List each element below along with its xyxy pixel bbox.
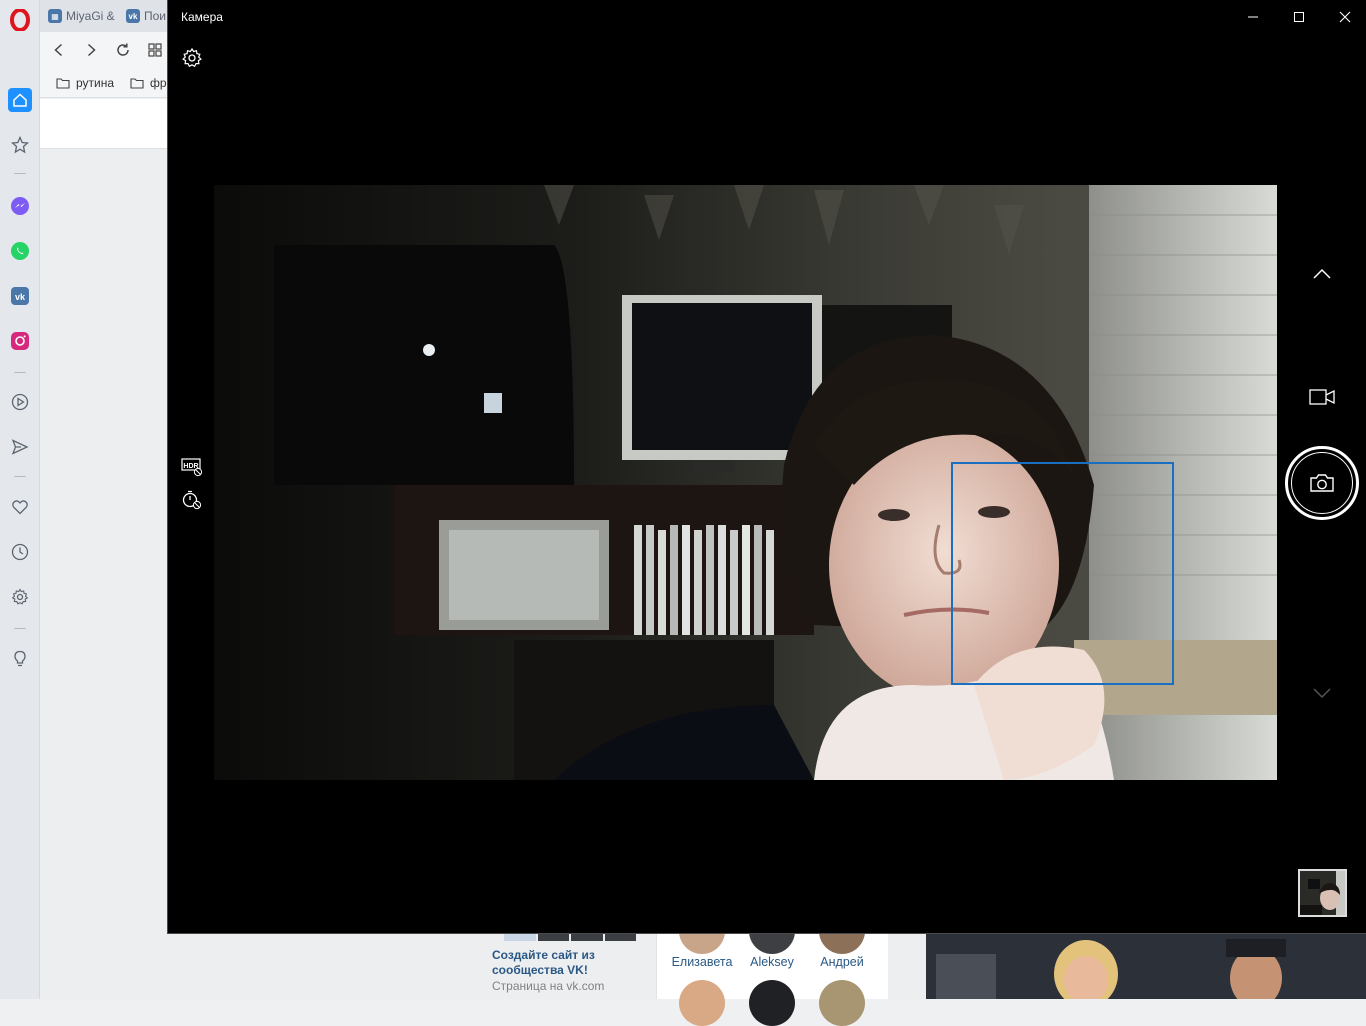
video-camera-icon xyxy=(1309,389,1335,405)
opera-sidebar: vk xyxy=(0,0,40,999)
star-icon[interactable] xyxy=(8,133,32,157)
home-icon[interactable] xyxy=(8,88,32,112)
folder-icon xyxy=(130,78,144,89)
bookmark-folder[interactable]: фр xyxy=(130,76,167,90)
last-photo-thumbnail[interactable] xyxy=(1298,869,1347,917)
shutter-ring xyxy=(1291,452,1353,514)
camera-window: Камера HDR xyxy=(167,0,1366,934)
folder-icon xyxy=(56,78,70,89)
ad-thumbnails xyxy=(504,934,636,941)
minimize-button[interactable] xyxy=(1230,0,1276,34)
vk-friends-block: Елизавета Aleksey Андрей xyxy=(656,908,888,1026)
back-icon[interactable] xyxy=(50,41,68,59)
timer-button[interactable] xyxy=(181,489,203,511)
mode-up-button[interactable] xyxy=(1310,262,1334,286)
hdr-button[interactable]: HDR xyxy=(181,457,203,477)
instagram-icon[interactable] xyxy=(8,329,32,353)
svg-text:vk: vk xyxy=(15,292,26,302)
video-thumbnail[interactable] xyxy=(926,934,1366,999)
camera-settings-button[interactable] xyxy=(181,47,203,69)
face-detection-box xyxy=(951,462,1174,685)
sidebar-divider xyxy=(14,628,26,629)
lightbulb-icon[interactable] xyxy=(8,647,32,671)
avatar[interactable] xyxy=(749,980,795,1026)
vk-icon: vk xyxy=(126,9,140,23)
camera-viewfinder[interactable] xyxy=(214,185,1277,780)
avatar[interactable] xyxy=(679,980,725,1026)
ad-title[interactable]: Создайте сайт из сообщества VK! xyxy=(492,948,652,978)
ad-subtitle: Страница на vk.com xyxy=(492,979,605,993)
speed-dial-icon[interactable] xyxy=(146,41,164,59)
player-icon[interactable] xyxy=(8,390,32,414)
send-icon[interactable] xyxy=(8,435,32,459)
hdr-off-icon: HDR xyxy=(181,458,203,477)
opera-logo[interactable] xyxy=(8,8,32,32)
video-mode-button[interactable] xyxy=(1309,385,1335,409)
reload-icon[interactable] xyxy=(114,41,132,59)
close-icon xyxy=(1339,11,1351,23)
maximize-icon xyxy=(1294,12,1304,22)
friend-name[interactable]: Aleksey xyxy=(737,955,807,969)
bookmark-folder[interactable]: рутина xyxy=(56,76,114,90)
messenger-icon[interactable] xyxy=(8,194,32,218)
browser-tab[interactable]: ▦ MiyaGi & xyxy=(48,6,115,26)
sidebar-divider xyxy=(14,476,26,477)
sidebar-divider xyxy=(14,173,26,174)
minimize-icon xyxy=(1248,16,1258,18)
bookmark-label: фр xyxy=(150,76,167,90)
forward-icon[interactable] xyxy=(82,41,100,59)
mode-down-button[interactable] xyxy=(1310,681,1334,705)
timer-off-icon xyxy=(182,490,202,510)
chevron-down-icon xyxy=(1313,688,1331,699)
vk-icon[interactable]: vk xyxy=(8,284,32,308)
browser-tab[interactable]: vk Пои xyxy=(126,6,166,26)
camera-icon xyxy=(1310,474,1334,492)
sidebar-divider xyxy=(14,372,26,373)
settings-icon[interactable] xyxy=(8,585,32,609)
title-bar: Камера xyxy=(168,0,1366,34)
settings-icon xyxy=(182,47,202,68)
vk-icon: ▦ xyxy=(48,9,62,23)
whatsapp-icon[interactable] xyxy=(8,239,32,263)
window-title: Камера xyxy=(181,10,223,24)
close-button[interactable] xyxy=(1322,0,1366,34)
friend-name[interactable]: Андрей xyxy=(807,955,877,969)
friend-name[interactable]: Елизавета xyxy=(667,955,737,969)
chevron-up-icon xyxy=(1313,268,1331,279)
heart-icon[interactable] xyxy=(8,495,32,519)
bookmark-label: рутина xyxy=(76,76,115,90)
tab-label: MiyaGi & xyxy=(66,9,115,23)
maximize-button[interactable] xyxy=(1276,0,1322,34)
avatar[interactable] xyxy=(819,980,865,1026)
history-icon[interactable] xyxy=(8,540,32,564)
take-photo-button[interactable] xyxy=(1285,446,1359,520)
tab-label: Пои xyxy=(144,9,167,23)
page-header xyxy=(40,99,168,149)
